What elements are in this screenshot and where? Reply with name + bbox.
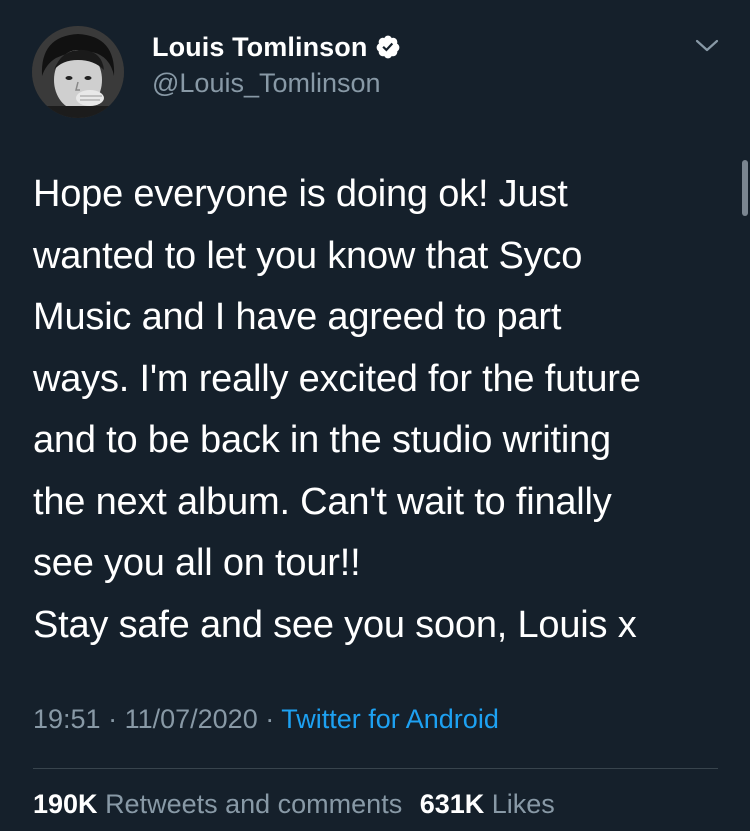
likes-count: 631K <box>419 789 485 819</box>
retweets-stat[interactable]: 190K Retweets and comments <box>33 789 402 819</box>
tweet-meta: 19:51 · 11/07/2020 · Twitter for Android <box>33 704 499 735</box>
divider <box>33 768 718 769</box>
avatar-photo <box>32 26 124 118</box>
tweet-source-link[interactable]: Twitter for Android <box>281 704 499 734</box>
likes-label: Likes <box>491 789 555 819</box>
meta-separator: · <box>100 704 125 734</box>
chevron-down-icon[interactable] <box>694 36 720 56</box>
retweets-count: 190K <box>33 789 98 819</box>
tweet-text: Hope everyone is doing ok! Just wanted t… <box>33 173 641 646</box>
avatar[interactable] <box>32 26 124 118</box>
tweet-date[interactable]: 11/07/2020 <box>125 704 258 734</box>
tweet-time[interactable]: 19:51 <box>33 704 101 734</box>
scrollbar[interactable] <box>742 160 748 216</box>
display-name[interactable]: Louis Tomlinson <box>152 32 367 63</box>
verified-badge-icon <box>375 34 401 60</box>
user-handle[interactable]: @Louis_Tomlinson <box>152 68 381 99</box>
name-row: Louis Tomlinson <box>152 30 401 64</box>
likes-stat[interactable]: 631K Likes <box>420 789 555 819</box>
meta-separator: · <box>257 704 282 734</box>
retweets-label: Retweets and comments <box>105 789 403 819</box>
tweet-stats: 190K Retweets and comments 631K Likes <box>33 789 565 820</box>
tweet-detail: Louis Tomlinson @Louis_Tomlinson Hope ev… <box>0 0 750 831</box>
